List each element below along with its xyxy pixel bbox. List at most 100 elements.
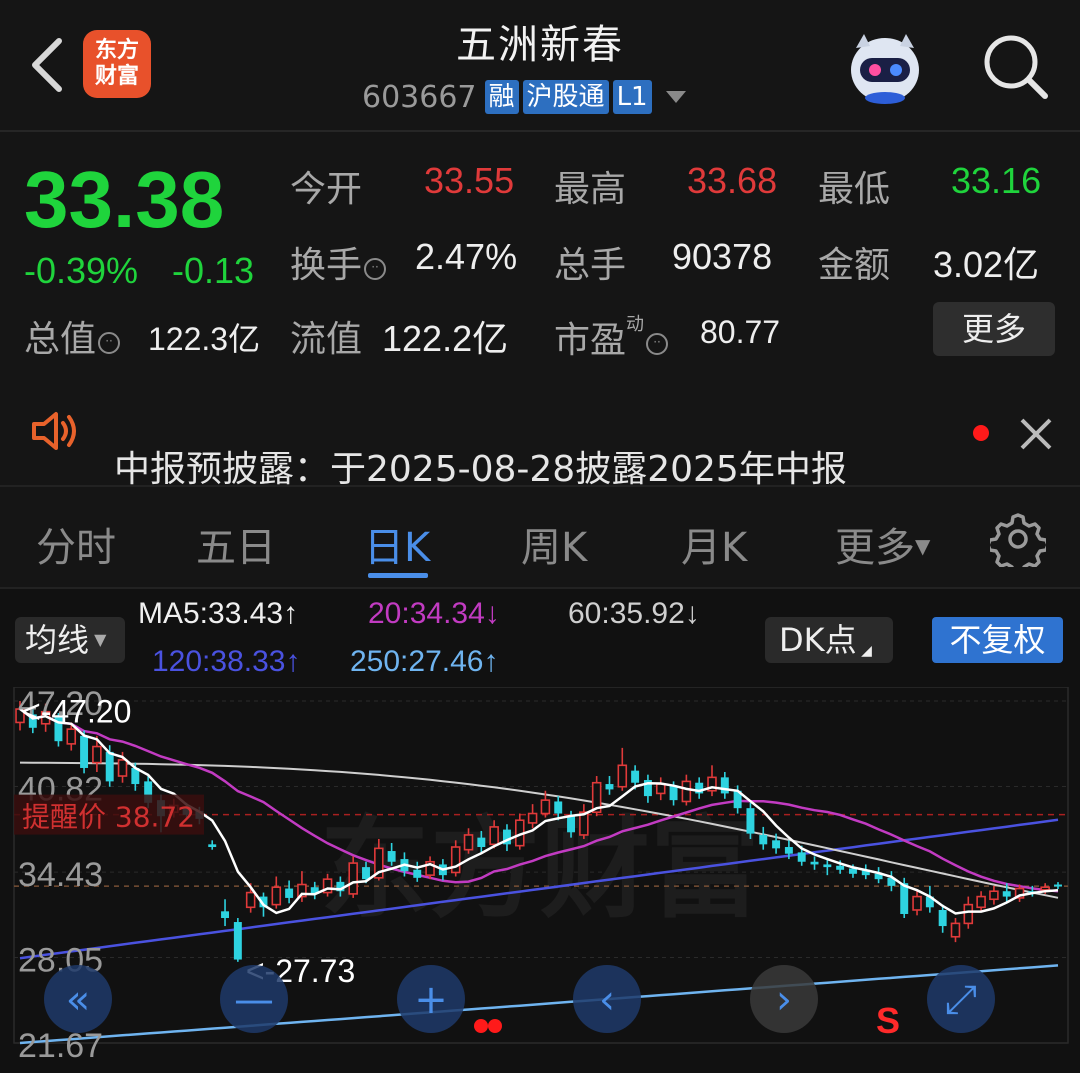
robot-assistant-icon[interactable] — [842, 30, 928, 106]
chevron-left-icon: ‹ — [599, 977, 615, 1023]
max-price-marker: <-47.20 — [22, 693, 131, 729]
candle-body — [950, 922, 961, 938]
ma120-value: 120:38.33↑ — [152, 645, 301, 678]
notice-bar[interactable]: 中报预披露：于2025-08-28披露2025年中报 — [0, 380, 1080, 490]
tag-margin: 融 — [484, 80, 519, 114]
candle-body — [233, 922, 242, 960]
fast-rewind-button[interactable]: « — [44, 965, 112, 1033]
active-tab-indicator — [368, 573, 428, 578]
pe-label[interactable]: 市盈动·· — [554, 310, 669, 363]
expand-button[interactable]: ⤢ — [927, 965, 995, 1033]
candle-body — [655, 783, 666, 795]
candle-body — [1054, 884, 1062, 887]
candle-body — [387, 851, 396, 862]
candle-body — [797, 852, 806, 862]
candle-body — [938, 909, 947, 927]
zoom-out-button[interactable]: — — [220, 965, 288, 1033]
float-label: 流值 — [290, 319, 363, 360]
candle-body — [772, 840, 781, 849]
zoom-in-button[interactable]: + — [397, 965, 465, 1033]
candle-body — [527, 812, 538, 824]
amount-label: 金额 — [818, 245, 891, 286]
speaker-icon — [32, 412, 76, 450]
candle-body — [245, 891, 256, 909]
amount-value: 3.02亿 — [933, 244, 1040, 285]
candlestick-chart[interactable]: 东方财富47.2040.8234.4328.0521.67提醒价 38.72<-… — [0, 687, 1080, 1073]
candle-body — [463, 834, 474, 851]
candle-body — [221, 911, 230, 919]
open-label: 今开 — [290, 169, 363, 210]
dk-point-button[interactable]: DK点 ◢ — [765, 617, 893, 663]
corner-triangle-icon: ◢ — [856, 643, 872, 659]
candle-body — [285, 888, 294, 898]
mktcap-value: 122.3亿 — [148, 321, 261, 357]
open-value: 33.55 — [424, 160, 515, 201]
alert-price-label: 提醒价 38.72 — [22, 801, 195, 834]
low-value: 33.16 — [951, 160, 1042, 201]
indicator-select[interactable]: 均线 ▼ — [15, 617, 125, 663]
ma5-value: MA5:33.43↑ — [138, 597, 299, 630]
zoom-in-icon: + — [414, 977, 448, 1023]
signal-dot — [474, 1019, 488, 1033]
candle-body — [92, 745, 102, 764]
caret-down-icon — [665, 91, 686, 103]
no-adjust-button[interactable]: 不复权 — [932, 617, 1063, 663]
candle-body — [823, 864, 832, 868]
chevron-left-button[interactable]: ‹ — [573, 965, 641, 1033]
search-icon — [984, 35, 1048, 99]
search-button[interactable] — [975, 26, 1055, 106]
chevron-right-button[interactable]: › — [750, 965, 818, 1033]
candle-body — [66, 728, 77, 745]
caret-down-icon: ▼ — [89, 630, 107, 649]
kline-panel: 均线 ▼ MA5:33.43↑ 20:34.34↓ 60:35.92↓ 120:… — [0, 589, 1080, 1073]
candle-body — [348, 862, 358, 895]
candle-body — [413, 869, 422, 878]
candle-body — [810, 861, 819, 865]
ma250-line — [19, 964, 1059, 1045]
candle-body — [540, 799, 551, 815]
close-icon[interactable] — [1014, 412, 1058, 456]
info-icon[interactable]: ·· — [646, 333, 669, 355]
stock-code: 603667 — [362, 79, 477, 115]
low-label: 最低 — [818, 169, 891, 210]
candle-body — [567, 816, 576, 833]
turnover-label[interactable]: 换手 ·· — [290, 236, 387, 288]
candle-body — [362, 867, 370, 880]
mktcap-label[interactable]: 总值 ·· — [24, 310, 121, 362]
more-quote-button[interactable]: 更多 — [933, 302, 1055, 356]
quote-panel: 33.38 -0.39% -0.13 今开 33.55 最高 33.68 最低 … — [0, 132, 1080, 380]
candle-body — [1040, 886, 1050, 891]
y-tick-label: 21.67 — [18, 1027, 103, 1065]
candle-body — [117, 759, 128, 777]
tab-daily-k[interactable]: 日K — [364, 515, 430, 573]
gear-icon[interactable] — [990, 511, 1046, 567]
tab-more[interactable]: 更多▼ — [835, 515, 930, 573]
candle-body — [720, 777, 729, 794]
candle-body — [746, 808, 755, 834]
high-value: 33.68 — [687, 160, 778, 201]
pe-sup: 动 — [626, 314, 645, 335]
turnover-value: 2.47% — [415, 236, 518, 277]
chevron-right-icon: › — [776, 977, 792, 1023]
high-label: 最高 — [554, 169, 627, 210]
last-price: 33.38 — [24, 155, 225, 244]
ma250-value: 250:27.46↑ — [350, 645, 499, 678]
candle-body — [681, 780, 692, 803]
info-icon[interactable]: ·· — [98, 332, 121, 354]
ma60-value: 60:35.92↓ — [568, 597, 700, 630]
info-icon[interactable]: ·· — [364, 258, 387, 280]
candle-body — [784, 847, 793, 854]
tab-intraday[interactable]: 分时 — [36, 515, 116, 573]
pe-value: 80.77 — [700, 314, 781, 350]
candle-body — [450, 846, 461, 874]
candle-body — [989, 890, 999, 901]
tab-five-day[interactable]: 五日 — [196, 515, 276, 573]
candle-body — [554, 801, 563, 814]
ma20-value: 20:34.34↓ — [368, 597, 500, 630]
tab-monthly-k[interactable]: 月K — [681, 515, 747, 573]
candle-body — [105, 751, 114, 782]
sell-signal-mark: S — [876, 1000, 900, 1041]
stock-meta-row[interactable]: 603667 融 沪股通 L1 — [362, 78, 686, 116]
tab-weekly-k[interactable]: 周K — [521, 515, 587, 573]
change-amount: -0.13 — [172, 250, 255, 291]
